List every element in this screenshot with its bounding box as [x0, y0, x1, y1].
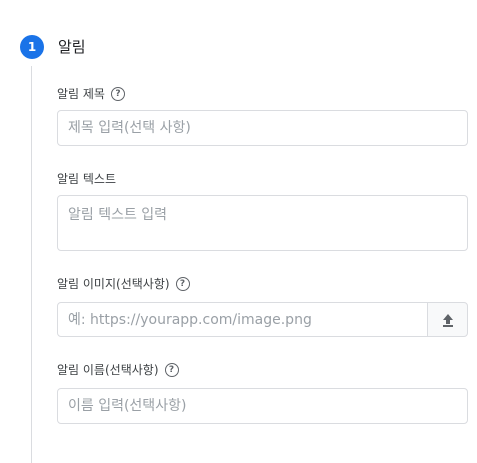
notification-title-label: 알림 제목 [57, 87, 105, 101]
help-icon[interactable]: ? [164, 363, 179, 377]
notification-image-label: 알림 이미지(선택사항) [57, 277, 170, 291]
notification-title-input[interactable] [57, 110, 468, 146]
notification-text-input[interactable] [57, 195, 468, 251]
step-title: 알림 [58, 38, 86, 56]
upload-icon [442, 313, 453, 327]
step-number-badge: 1 [20, 35, 44, 59]
notification-image-label-row: 알림 이미지(선택사항) ? [57, 276, 190, 292]
notification-image-url-input[interactable] [57, 302, 428, 337]
help-icon[interactable]: ? [110, 87, 125, 101]
notification-text-label-row: 알림 텍스트 [57, 171, 116, 187]
notification-name-label-row: 알림 이름(선택사항) ? [57, 362, 179, 378]
notification-name-label: 알림 이름(선택사항) [57, 363, 159, 377]
notification-text-label: 알림 텍스트 [57, 172, 117, 186]
step-connector-line [31, 66, 32, 463]
notification-name-input[interactable] [57, 388, 468, 424]
notification-title-label-row: 알림 제목 ? [57, 86, 125, 102]
help-icon[interactable]: ? [175, 277, 190, 291]
image-upload-button[interactable] [427, 302, 468, 337]
